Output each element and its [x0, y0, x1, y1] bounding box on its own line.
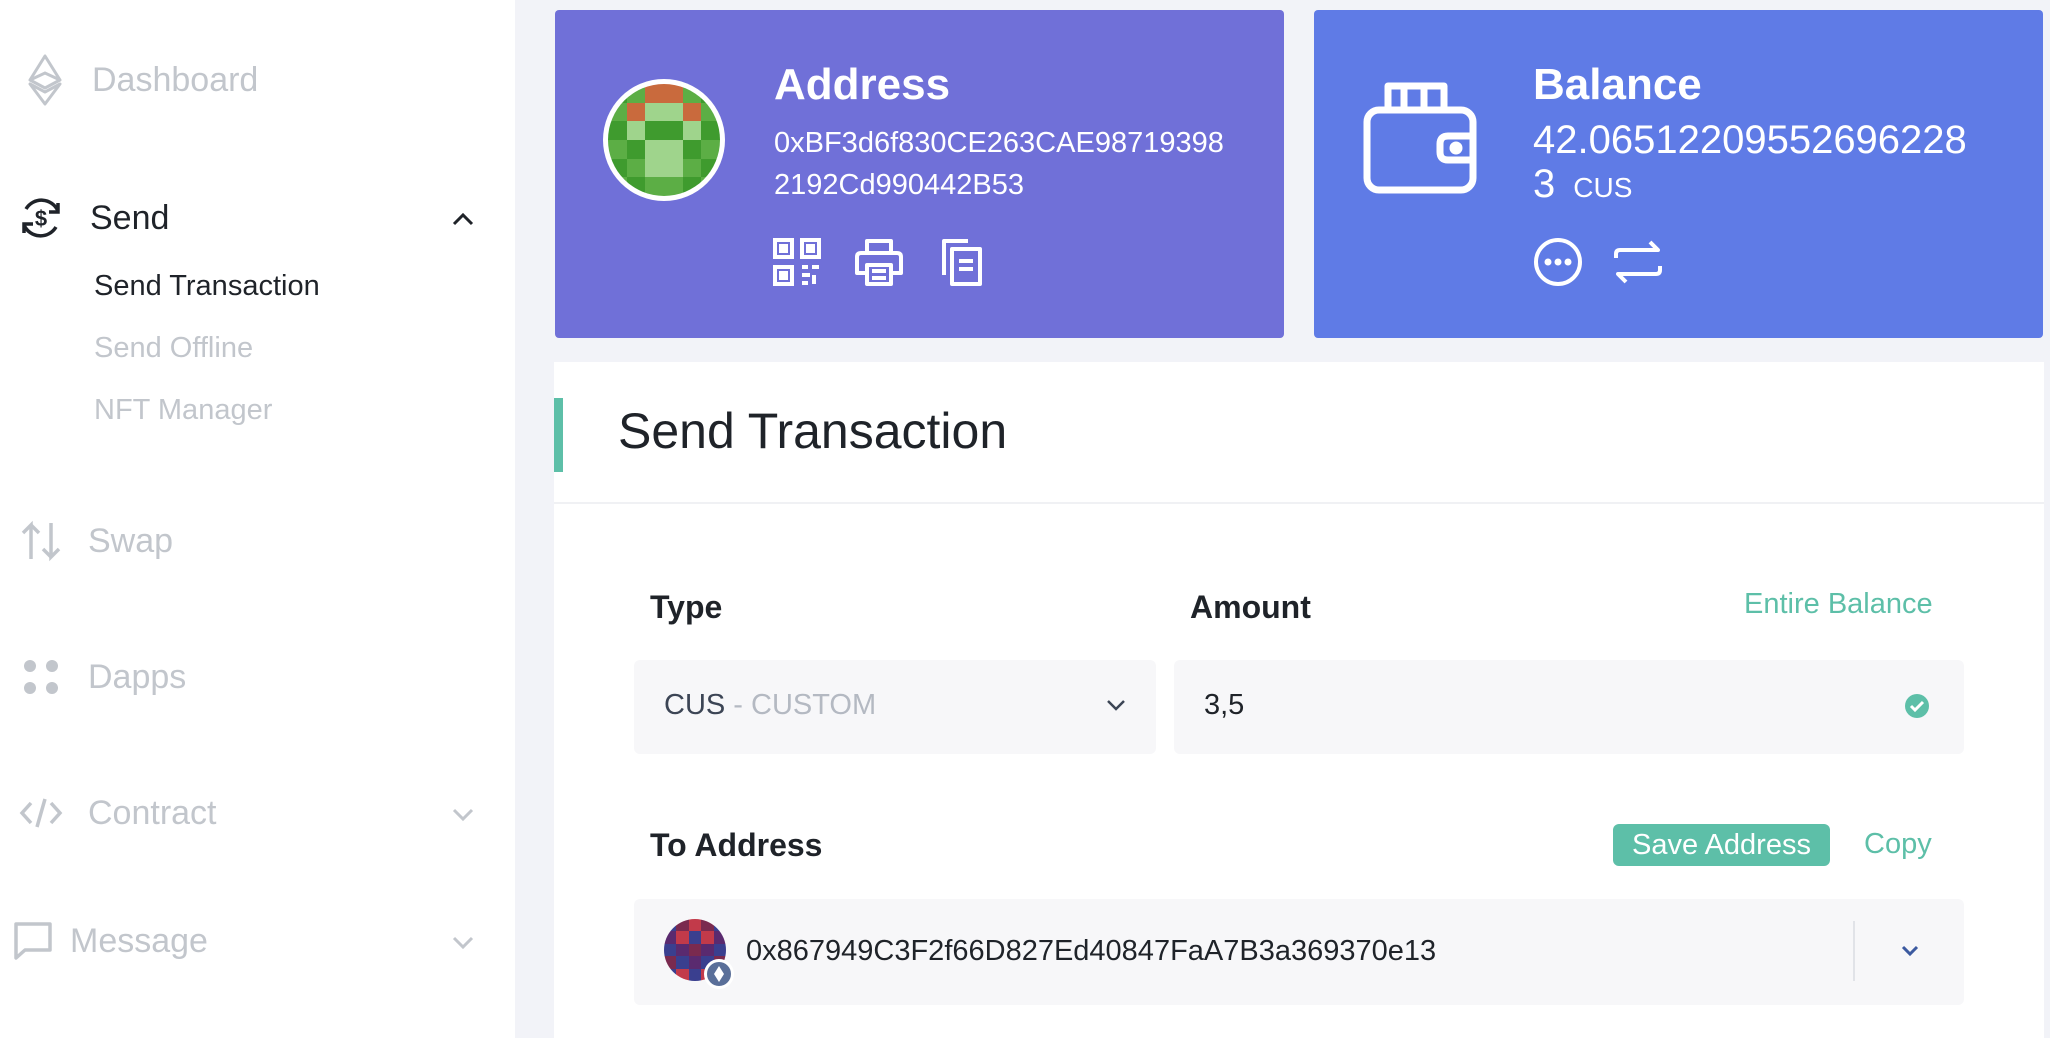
sidebar-label-dashboard: Dashboard — [92, 60, 259, 99]
chevron-down-icon[interactable] — [1896, 937, 1924, 965]
address-avatar — [603, 79, 725, 201]
chevron-up-icon[interactable] — [450, 206, 476, 232]
address-value-line2: 2192Cd990442B53 — [774, 169, 1024, 201]
to-address-value: 0x867949C3F2f66D827Ed40847FaA7B3a369370e… — [746, 935, 1437, 967]
sidebar-item-send[interactable]: $ Send — [16, 193, 169, 243]
sidebar-label-message: Message — [70, 921, 208, 960]
sidebar-label-dapps: Dapps — [88, 657, 187, 696]
sidebar-item-message[interactable]: Message — [8, 916, 208, 966]
svg-text:$: $ — [35, 206, 47, 231]
to-address-label: To Address — [650, 827, 823, 863]
sidebar-item-dapps[interactable]: Dapps — [16, 652, 186, 702]
copy-icon[interactable] — [935, 236, 987, 288]
sidebar-item-swap[interactable]: Swap — [16, 516, 173, 566]
token-type-select[interactable]: CUS - CUSTOM — [634, 660, 1156, 754]
ethereum-icon — [704, 959, 734, 989]
ethereum-icon — [20, 54, 70, 106]
qr-code-icon[interactable] — [771, 236, 823, 288]
amount-value: 3,5 — [1204, 689, 1245, 721]
balance-card-title: Balance — [1533, 60, 1702, 109]
more-icon[interactable] — [1532, 236, 1584, 288]
sidebar-item-contract[interactable]: Contract — [16, 788, 217, 838]
dollar-cycle-icon: $ — [16, 193, 66, 243]
amount-input[interactable]: 3,5 — [1174, 660, 1964, 754]
send-transaction-panel: Send Transaction Type Amount Entire Bala… — [554, 362, 2044, 1038]
page-title: Send Transaction — [618, 403, 1008, 459]
sidebar-subitem-send-transaction[interactable]: Send Transaction — [94, 270, 320, 303]
chevron-down-icon — [1106, 698, 1126, 717]
dapps-grid-icon — [16, 652, 66, 702]
divider — [1853, 921, 1855, 981]
address-card-title: Address — [774, 60, 951, 109]
sidebar-subitem-send-offline[interactable]: Send Offline — [94, 332, 253, 365]
sidebar-label-swap: Swap — [88, 521, 174, 560]
balance-unit: CUS — [1573, 172, 1633, 203]
sidebar-subitem-nft-manager[interactable]: NFT Manager — [94, 394, 272, 427]
divider — [554, 502, 2044, 504]
to-address-input[interactable]: 0x867949C3F2f66D827Ed40847FaA7B3a369370e… — [634, 899, 1964, 1005]
entire-balance-button[interactable]: Entire Balance — [1744, 588, 1933, 621]
recipient-avatar — [664, 919, 734, 989]
print-icon[interactable] — [853, 236, 905, 288]
sidebar-label-contract: Contract — [88, 793, 217, 832]
sidebar: Dashboard $ Send Send Transaction Send O… — [0, 0, 515, 1038]
code-icon — [16, 788, 66, 838]
type-name: CUSTOM — [751, 689, 877, 721]
amount-label: Amount — [1190, 589, 1311, 625]
type-separator: - — [725, 689, 752, 721]
address-value-line1: 0xBF3d6f830CE263CAE98719398 — [774, 127, 1224, 159]
save-address-button[interactable]: Save Address — [1613, 824, 1830, 866]
swap-vertical-icon — [16, 516, 66, 566]
type-label: Type — [650, 589, 723, 625]
wallet-icon — [1362, 78, 1482, 201]
balance-card: Balance 42.06512209552696228 3 CUS — [1314, 10, 2043, 338]
panel-accent-bar — [554, 398, 563, 472]
type-symbol: CUS — [664, 689, 726, 721]
sidebar-label-send: Send — [90, 198, 170, 237]
swap-arrows-icon[interactable] — [1612, 236, 1664, 288]
balance-amount-line2: 3 — [1533, 162, 1556, 206]
check-circle-icon — [1904, 693, 1930, 724]
sidebar-item-dashboard[interactable]: Dashboard — [20, 54, 259, 106]
address-card: Address 0xBF3d6f830CE263CAE98719398 2192… — [555, 10, 1284, 338]
copy-button[interactable]: Copy — [1864, 828, 1932, 861]
balance-amount-line1: 42.06512209552696228 — [1533, 118, 1967, 162]
chevron-down-icon[interactable] — [450, 802, 476, 828]
message-bubble-icon — [8, 916, 58, 966]
chevron-down-icon[interactable] — [450, 930, 476, 956]
